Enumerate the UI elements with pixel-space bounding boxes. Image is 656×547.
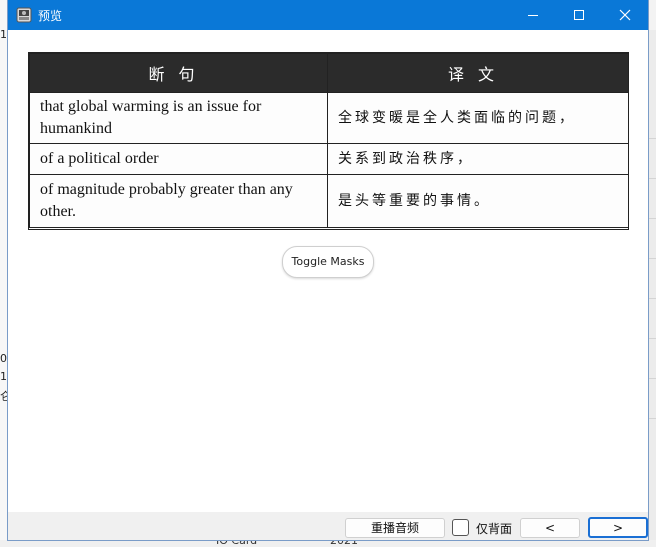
title-bar[interactable]: 预览 xyxy=(8,0,648,30)
translation-cell: 是头等重要的事情。 xyxy=(327,174,629,228)
background-text: 1 xyxy=(0,370,7,383)
back-only-checkbox[interactable] xyxy=(452,519,469,536)
replay-audio-button[interactable]: 重播音频 xyxy=(345,518,445,538)
close-icon xyxy=(619,9,631,21)
table-row: of a political order 关系到政治秩序， xyxy=(29,143,629,175)
translation-cell: 全球变暖是全人类面临的问题， xyxy=(327,92,629,144)
card-content: 断句 译文 that global warming is an issue fo… xyxy=(8,30,648,512)
minimize-button[interactable] xyxy=(510,0,556,30)
background-text: 1 xyxy=(0,28,7,41)
header-translation: 译文 xyxy=(327,53,629,93)
back-only-label[interactable]: 仅背面 xyxy=(476,520,512,537)
close-button[interactable] xyxy=(602,0,648,30)
table-row: of magnitude probably greater than any o… xyxy=(29,174,629,228)
maximize-icon xyxy=(574,10,584,20)
previous-button[interactable]: < xyxy=(520,518,580,538)
next-button[interactable]: > xyxy=(588,517,648,538)
sentence-table-image: 断句 译文 that global warming is an issue fo… xyxy=(28,52,629,230)
toggle-masks-button[interactable]: Toggle Masks xyxy=(282,246,374,278)
source-cell: that global warming is an issue for huma… xyxy=(29,92,328,144)
bottom-toolbar: 重播音频 仅背面 < > xyxy=(8,512,648,540)
preview-window: 预览 断句 译文 that global warming is an issue… xyxy=(8,0,648,540)
background-text: 0 xyxy=(0,352,7,365)
minimize-icon xyxy=(528,15,538,16)
table-row: that global warming is an issue for huma… xyxy=(29,92,629,144)
source-cell: of magnitude probably greater than any o… xyxy=(29,174,328,228)
maximize-button[interactable] xyxy=(556,0,602,30)
background-app-bottom-edge: IO Card 2021 xyxy=(0,534,656,547)
background-app-left-edge: 1 0 1 仑 xyxy=(0,0,11,547)
translation-cell: 关系到政治秩序， xyxy=(327,143,629,175)
table-header-row: 断句 译文 xyxy=(29,53,629,93)
window-title: 预览 xyxy=(38,9,63,23)
header-source: 断句 xyxy=(29,53,328,93)
source-cell: of a political order xyxy=(29,143,328,175)
sentence-table: 断句 译文 that global warming is an issue fo… xyxy=(29,53,629,228)
app-icon xyxy=(16,7,32,23)
background-app-right-edge xyxy=(648,30,656,547)
